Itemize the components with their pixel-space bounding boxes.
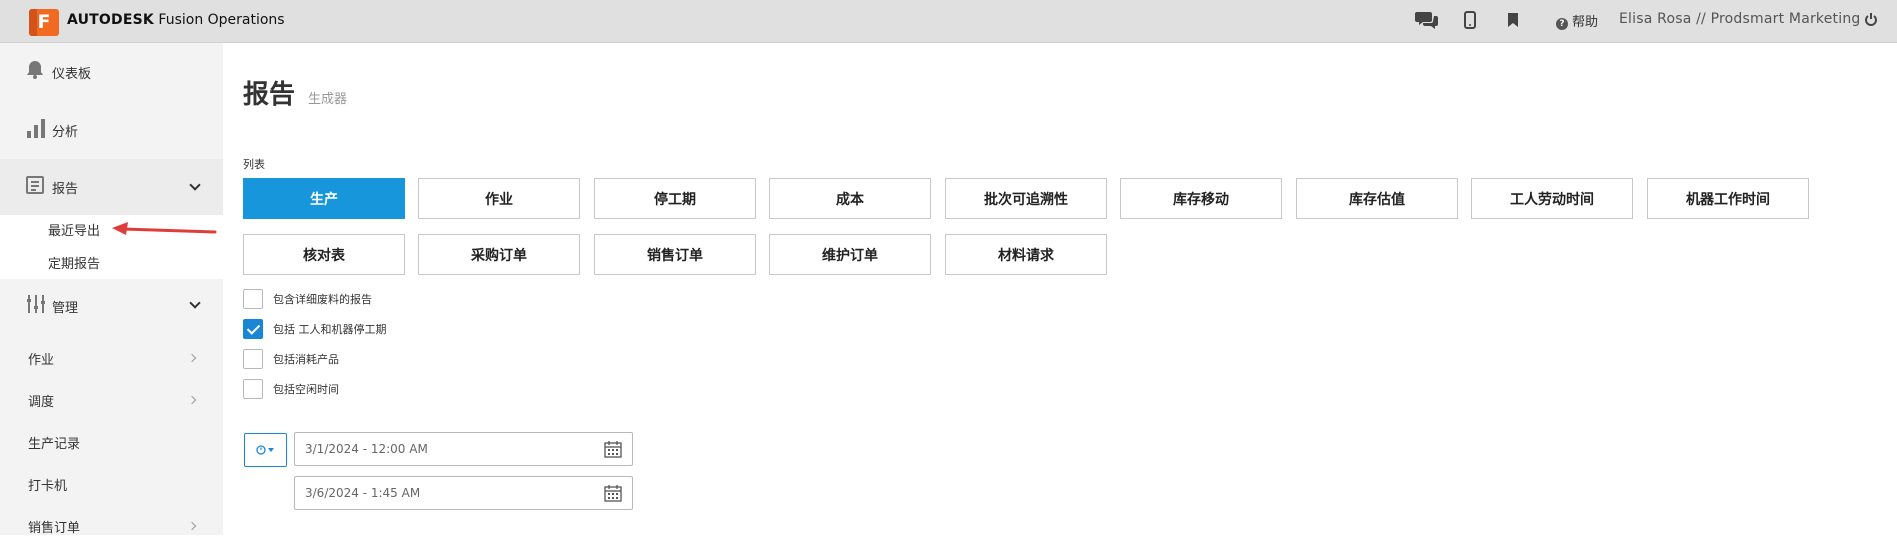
help-icon: ? (1556, 18, 1568, 30)
date-range-preset-dropdown[interactable] (244, 433, 287, 467)
end-date-input[interactable]: 3/6/2024 - 1:45 AM (294, 476, 633, 510)
sidebar-subitem-scheduled-reports[interactable]: 定期报告 (48, 253, 100, 272)
sidebar-item-reports[interactable]: 报告 (0, 159, 223, 215)
checkbox-label: 包括消耗产品 (273, 353, 339, 366)
checkbox-label: 包含详细废料的报告 (273, 293, 372, 306)
report-type-jobs[interactable]: 作业 (418, 178, 580, 219)
sidebar-item-jobs[interactable]: 作业 (28, 349, 54, 368)
checkbox[interactable] (243, 349, 263, 369)
sidebar-item-analysis[interactable]: 分析 (0, 101, 223, 159)
sidebar-item-label: 报告 (52, 181, 79, 197)
checkbox-label: 包括 工人和机器停工期 (273, 323, 387, 336)
report-type-sales-orders[interactable]: 销售订单 (594, 234, 756, 275)
mobile-icon[interactable] (1464, 9, 1476, 31)
checkbox[interactable] (243, 379, 263, 399)
report-type-batch-traceability[interactable]: 批次可追溯性 (945, 178, 1107, 219)
sidebar-item-production-records[interactable]: 生产记录 (28, 433, 80, 452)
sidebar-item-scheduling[interactable]: 调度 (28, 391, 54, 410)
bar-chart-icon (26, 118, 46, 142)
sidebar-item-dashboard[interactable]: 仪表板 (0, 43, 223, 101)
report-type-downtime[interactable]: 停工期 (594, 178, 756, 219)
report-type-machine-work-time[interactable]: 机器工作时间 (1647, 178, 1809, 219)
page-subtitle: 生成器 (308, 92, 348, 107)
page-title: 报告 (243, 80, 296, 110)
chat-icon[interactable] (1415, 9, 1439, 31)
option-idle-time: 包括空闲时间 (243, 379, 339, 399)
option-worker-machine-downtime: 包括 工人和机器停工期 (243, 319, 387, 339)
sidebar-item-label: 分析 (52, 124, 79, 140)
report-type-material-requests[interactable]: 材料请求 (945, 234, 1107, 275)
bell-icon (26, 60, 44, 84)
chevron-right-icon (187, 353, 197, 363)
logout-icon[interactable] (1864, 9, 1878, 31)
checkbox[interactable] (243, 319, 263, 339)
chevron-down-icon (189, 297, 201, 309)
sliders-icon (26, 294, 46, 318)
sidebar-item-label: 管理 (52, 300, 79, 316)
user-account[interactable]: Elisa Rosa // Prodsmart Marketing (1619, 11, 1861, 27)
start-date-input[interactable]: 3/1/2024 - 12:00 AM (294, 432, 633, 466)
app-logo[interactable]: F (29, 9, 59, 36)
sidebar: 仪表板 分析 报告 最近导出 定期报告 管理 作业 调度 生产记录 打卡机 销售… (0, 43, 223, 536)
report-type-inventory-movement[interactable]: 库存移动 (1120, 178, 1282, 219)
report-type-worker-labor-time[interactable]: 工人劳动时间 (1471, 178, 1633, 219)
clock-dropdown-icon (255, 445, 274, 455)
report-icon (26, 176, 44, 198)
sidebar-item-management[interactable]: 管理 (0, 279, 223, 333)
sidebar-item-label: 仪表板 (52, 66, 92, 82)
start-date-value: 3/1/2024 - 12:00 AM (305, 442, 428, 456)
option-detailed-scrap: 包含详细废料的报告 (243, 289, 372, 309)
help-link[interactable]: ? 帮助 (1556, 11, 1598, 30)
bookmark-icon[interactable] (1508, 9, 1518, 31)
end-date-value: 3/6/2024 - 1:45 AM (305, 486, 421, 500)
chevron-down-icon (189, 179, 201, 191)
report-type-production[interactable]: 生产 (243, 178, 405, 219)
top-bar: F AUTODESK Fusion Operations ? 帮助 Elisa R… (0, 0, 1897, 43)
sidebar-subitem-recent-exports[interactable]: 最近导出 (48, 220, 100, 239)
list-label: 列表 (243, 158, 265, 171)
report-type-purchase-orders[interactable]: 采购订单 (418, 234, 580, 275)
report-type-cost[interactable]: 成本 (769, 178, 931, 219)
calendar-icon[interactable] (604, 485, 622, 502)
chevron-right-icon (187, 521, 197, 531)
report-type-checklist[interactable]: 核对表 (243, 234, 405, 275)
chevron-right-icon (187, 395, 197, 405)
annotation-arrow (112, 222, 217, 235)
option-consumed-products: 包括消耗产品 (243, 349, 339, 369)
sidebar-item-sales-orders[interactable]: 销售订单 (28, 517, 80, 536)
report-type-maintenance-orders[interactable]: 维护订单 (769, 234, 931, 275)
checkbox[interactable] (243, 289, 263, 309)
brand-name: AUTODESK Fusion Operations (67, 12, 285, 28)
report-type-inventory-valuation[interactable]: 库存估值 (1296, 178, 1458, 219)
sidebar-item-time-clock[interactable]: 打卡机 (28, 475, 67, 494)
calendar-icon[interactable] (604, 441, 622, 458)
checkbox-label: 包括空闲时间 (273, 383, 339, 396)
